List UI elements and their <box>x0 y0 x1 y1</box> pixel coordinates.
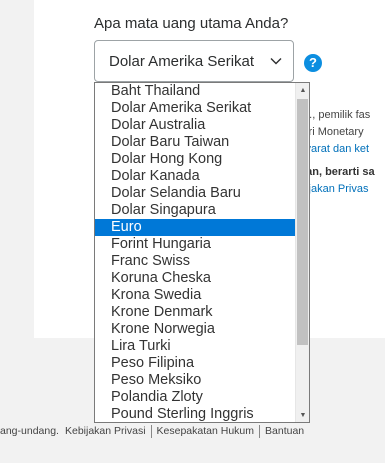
footer: ang-undang. Kebijakan Privasi Kesepakata… <box>0 425 304 438</box>
currency-option[interactable]: Euro <box>95 219 296 236</box>
currency-option[interactable]: Krone Norwegia <box>95 321 296 338</box>
scroll-up-icon[interactable]: ▲ <box>296 83 309 97</box>
footer-privacy-link[interactable]: Kebijakan Privasi <box>65 425 146 438</box>
currency-option[interactable]: Franc Swiss <box>95 253 296 270</box>
currency-option[interactable]: Baht Thailand <box>95 83 296 100</box>
footer-divider <box>259 425 261 438</box>
scrollbar-thumb[interactable] <box>297 99 308 345</box>
currency-option[interactable]: Dolar Baru Taiwan <box>95 134 296 151</box>
scrollbar[interactable]: ▲ ▼ <box>295 83 309 422</box>
terms-link[interactable]: syarat dan ket <box>300 143 369 155</box>
side-text-3: kan, berarti sa <box>300 166 375 178</box>
scroll-down-icon[interactable]: ▼ <box>296 408 309 422</box>
currency-option[interactable]: Lira Turki <box>95 338 296 355</box>
currency-option[interactable]: Pound Sterling Inggris <box>95 406 296 422</box>
currency-option[interactable]: Peso Meksiko <box>95 372 296 389</box>
currency-dropdown-list[interactable]: Baht Thailand Dolar Amerika Serikat Dolar … <box>94 82 310 423</box>
footer-divider <box>150 425 152 438</box>
currency-options: Baht Thailand Dolar Amerika Serikat Dolar … <box>95 83 296 422</box>
chevron-down-icon <box>270 58 282 65</box>
currency-select[interactable]: Dolar Amerika Serikat <box>94 40 294 82</box>
currency-option[interactable]: Dolar Australia <box>95 117 296 134</box>
privacy-link[interactable]: bijakan Privas <box>300 183 368 195</box>
currency-option[interactable]: Dolar Hong Kong <box>95 151 296 168</box>
currency-option[interactable]: Dolar Kanada <box>95 168 296 185</box>
currency-select-value: Dolar Amerika Serikat <box>109 52 255 70</box>
currency-option[interactable]: Krone Denmark <box>95 304 296 321</box>
side-text-1: td., pemilik fas <box>300 109 371 121</box>
footer-text: ang-undang. <box>0 425 59 437</box>
help-icon[interactable]: ? <box>304 54 322 72</box>
footer-help-link[interactable]: Bantuan <box>265 425 304 438</box>
currency-option[interactable]: Peso Filipina <box>95 355 296 372</box>
currency-option[interactable]: Koruna Cheska <box>95 270 296 287</box>
currency-option[interactable]: Dolar Singapura <box>95 202 296 219</box>
currency-option[interactable]: Krona Swedia <box>95 287 296 304</box>
currency-option[interactable]: Polandia Zloty <box>95 389 296 406</box>
currency-option[interactable]: Dolar Selandia Baru <box>95 185 296 202</box>
currency-question-label: Apa mata uang utama Anda? <box>94 15 289 32</box>
footer-legal-link[interactable]: Kesepakatan Hukum <box>157 425 254 438</box>
currency-option[interactable]: Forint Hungaria <box>95 236 296 253</box>
currency-option[interactable]: Dolar Amerika Serikat <box>95 100 296 117</box>
